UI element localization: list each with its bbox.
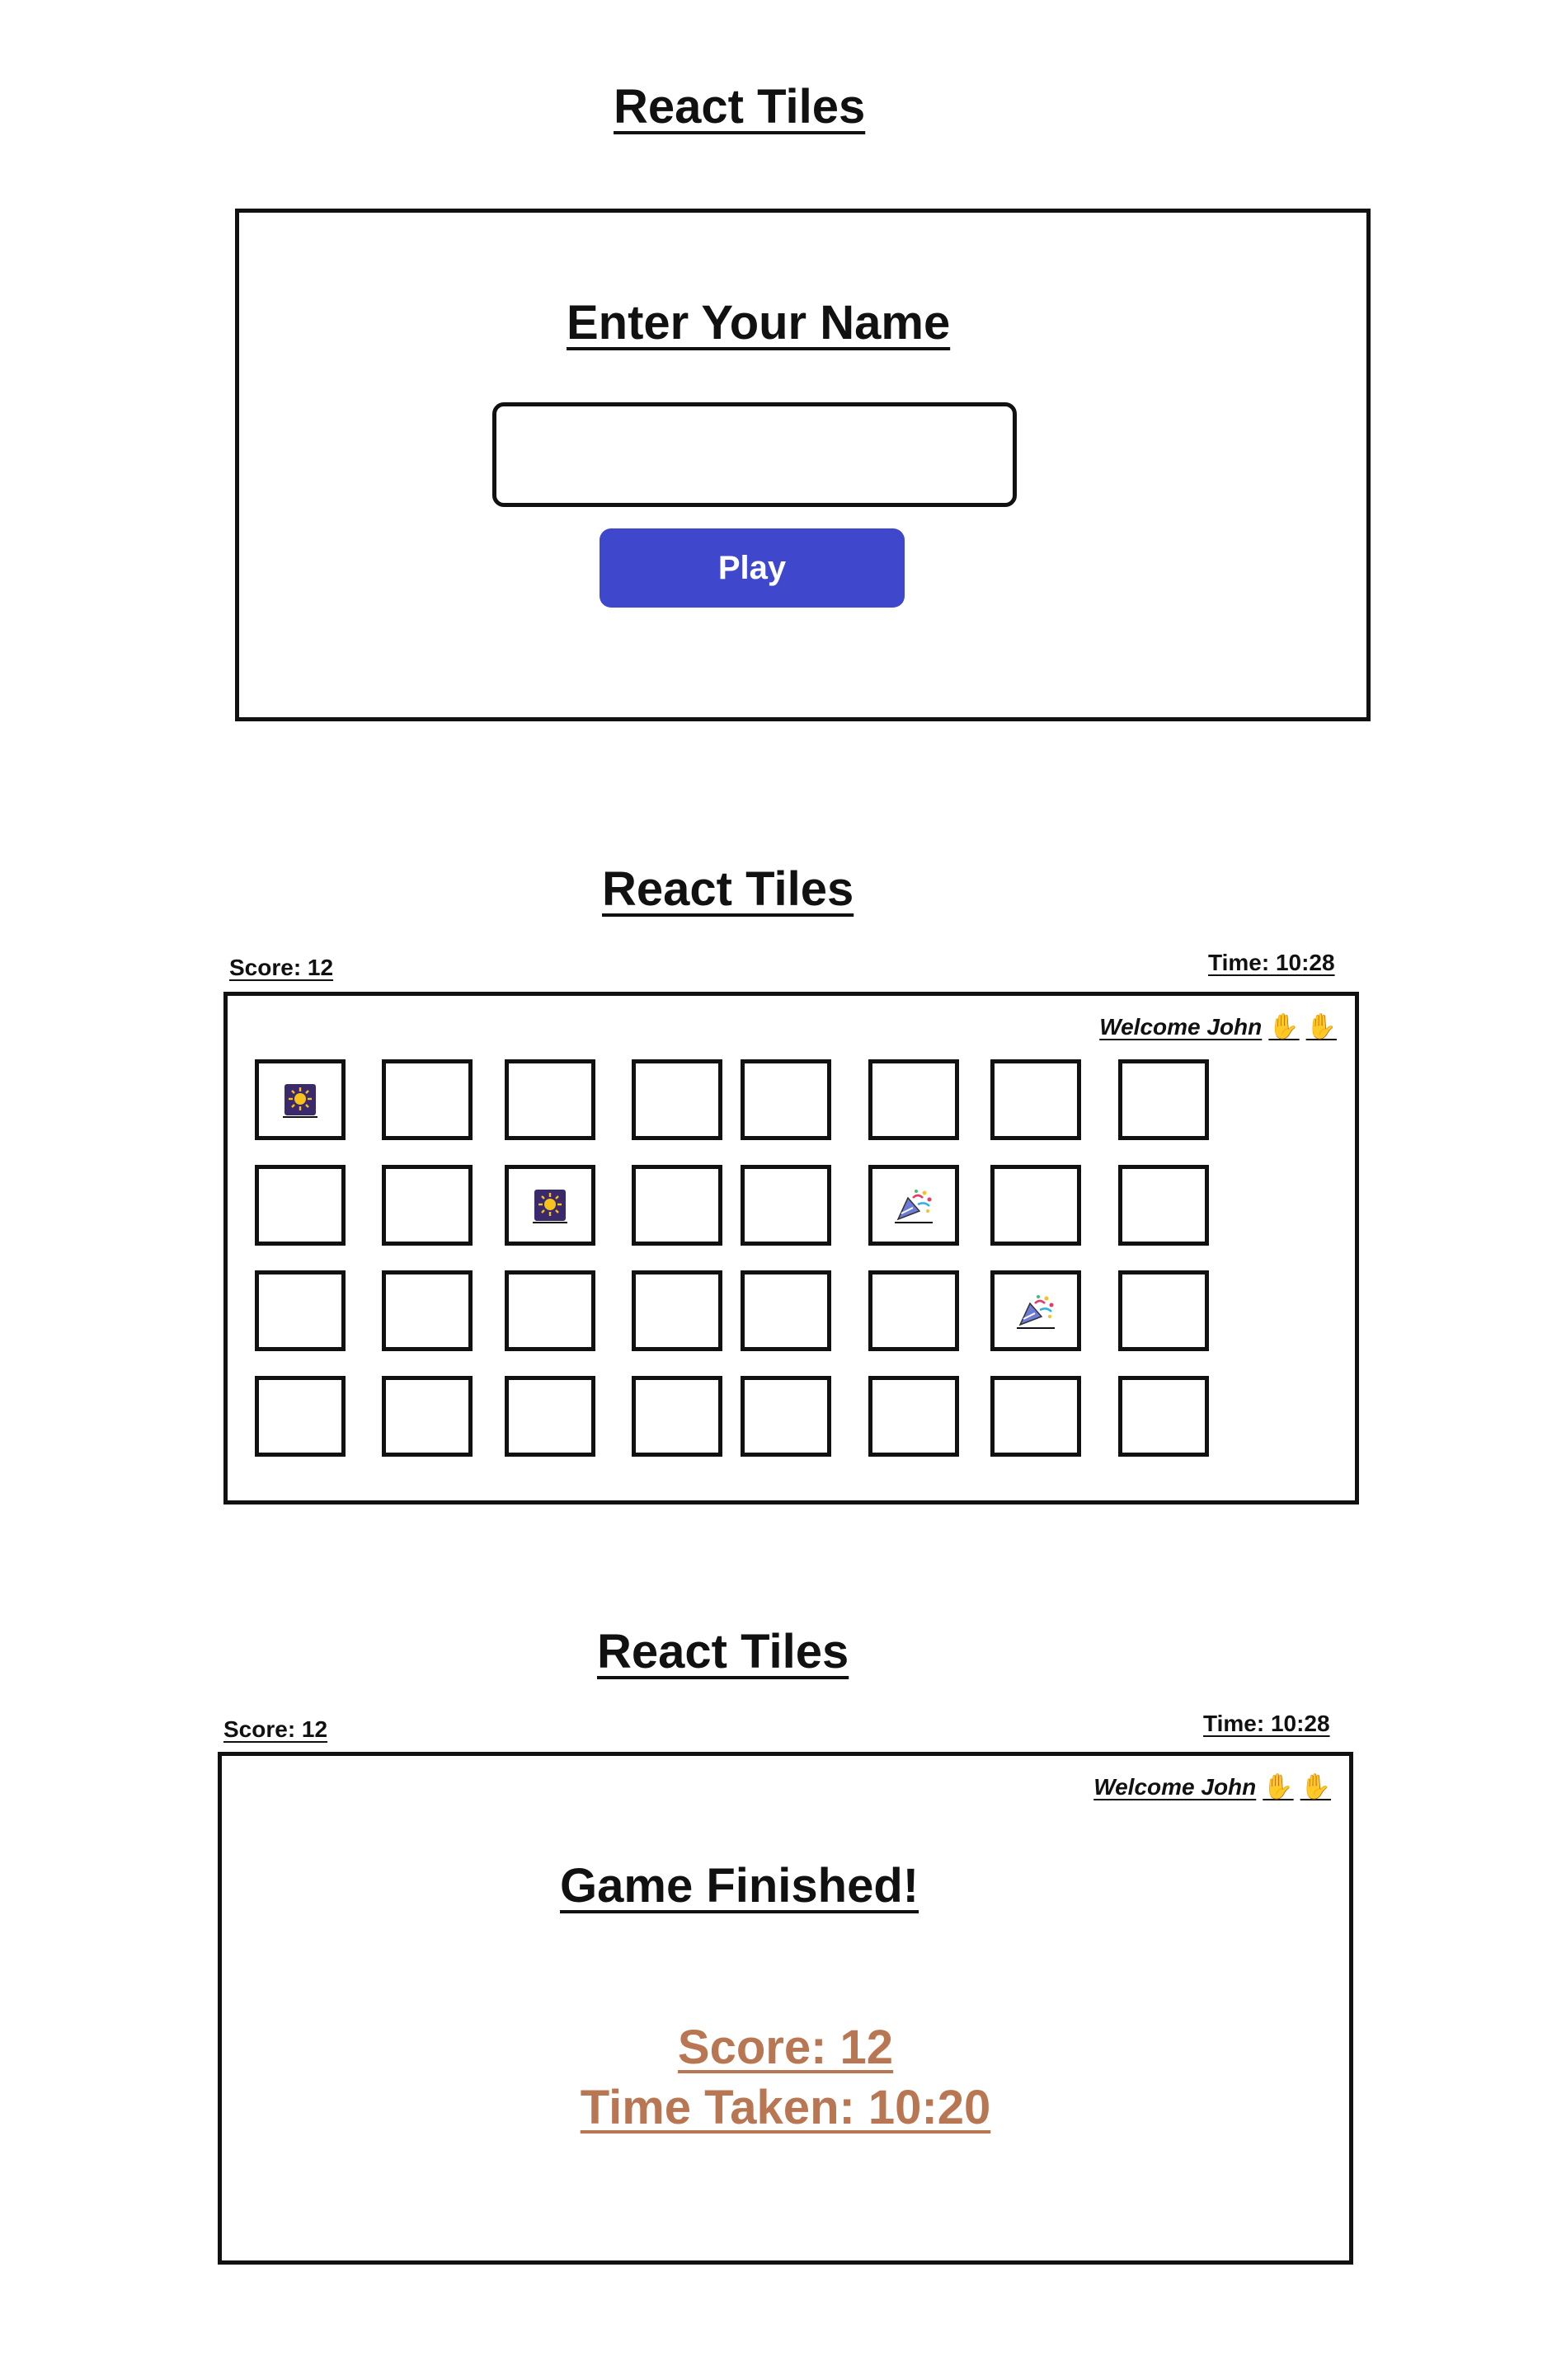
tile[interactable] (632, 1270, 722, 1351)
app-title: React Tiles (614, 80, 866, 134)
tile[interactable] (255, 1270, 346, 1351)
firework-icon (531, 1186, 569, 1224)
tile[interactable] (741, 1376, 831, 1457)
app-title: React Tiles (602, 862, 854, 916)
welcome-message: Welcome John ✋ ✋ (1093, 1772, 1331, 1801)
play-button[interactable]: Play (600, 528, 905, 608)
tile[interactable] (868, 1376, 959, 1457)
tile[interactable] (1118, 1165, 1209, 1246)
tile[interactable] (382, 1165, 473, 1246)
tile[interactable] (1118, 1376, 1209, 1457)
tile[interactable] (505, 1059, 595, 1140)
game-board-panel: Welcome John ✋ ✋ (223, 992, 1359, 1505)
game-finished-heading: Game Finished! (560, 1859, 919, 1913)
tile[interactable] (990, 1059, 1081, 1140)
party-popper-icon (1015, 1292, 1056, 1330)
tile[interactable] (255, 1376, 346, 1457)
tile[interactable] (382, 1270, 473, 1351)
app-title: React Tiles (597, 1625, 849, 1678)
name-entry-panel: Enter Your Name Play (235, 209, 1371, 721)
tile[interactable] (505, 1270, 595, 1351)
tile[interactable] (255, 1165, 346, 1246)
tile[interactable] (505, 1376, 595, 1457)
tile[interactable] (1118, 1059, 1209, 1140)
tile[interactable] (990, 1376, 1081, 1457)
welcome-message: Welcome John ✋ ✋ (1099, 1012, 1337, 1041)
tile[interactable] (255, 1059, 346, 1140)
tile[interactable] (382, 1376, 473, 1457)
party-popper-icon (893, 1186, 934, 1224)
tile[interactable] (868, 1270, 959, 1351)
tile[interactable] (382, 1059, 473, 1140)
tile[interactable] (990, 1165, 1081, 1246)
result-score: Score: 12 (677, 2021, 894, 2074)
time-label: Time: 10:28 (1208, 950, 1335, 975)
tile[interactable] (741, 1270, 831, 1351)
waving-hand-icon: ✋ (1300, 1773, 1331, 1800)
waving-hand-icon: ✋ (1268, 1013, 1300, 1040)
waving-hand-icon: ✋ (1263, 1773, 1294, 1800)
firework-icon (281, 1081, 319, 1119)
result-block: Score: 12 Time Taken: 10:20 (222, 2020, 1349, 2135)
result-time-taken: Time Taken: 10:20 (580, 2081, 991, 2134)
tile[interactable] (505, 1165, 595, 1246)
tile[interactable] (741, 1165, 831, 1246)
tile[interactable] (990, 1270, 1081, 1351)
waving-hand-icon: ✋ (1305, 1013, 1337, 1040)
tile[interactable] (868, 1165, 959, 1246)
tile[interactable] (741, 1059, 831, 1140)
tile[interactable] (632, 1059, 722, 1140)
tile[interactable] (632, 1165, 722, 1246)
game-finished-panel: Welcome John ✋ ✋ Game Finished! Score: 1… (218, 1752, 1353, 2265)
tile[interactable] (1118, 1270, 1209, 1351)
name-input[interactable] (492, 402, 1017, 507)
score-label: Score: 12 (229, 955, 334, 980)
welcome-text: Welcome John (1093, 1773, 1257, 1800)
score-label: Score: 12 (223, 1716, 328, 1742)
time-label: Time: 10:28 (1203, 1711, 1330, 1736)
tile[interactable] (632, 1376, 722, 1457)
enter-name-heading: Enter Your Name (567, 296, 951, 350)
welcome-text: Welcome John (1099, 1013, 1263, 1040)
tile[interactable] (868, 1059, 959, 1140)
